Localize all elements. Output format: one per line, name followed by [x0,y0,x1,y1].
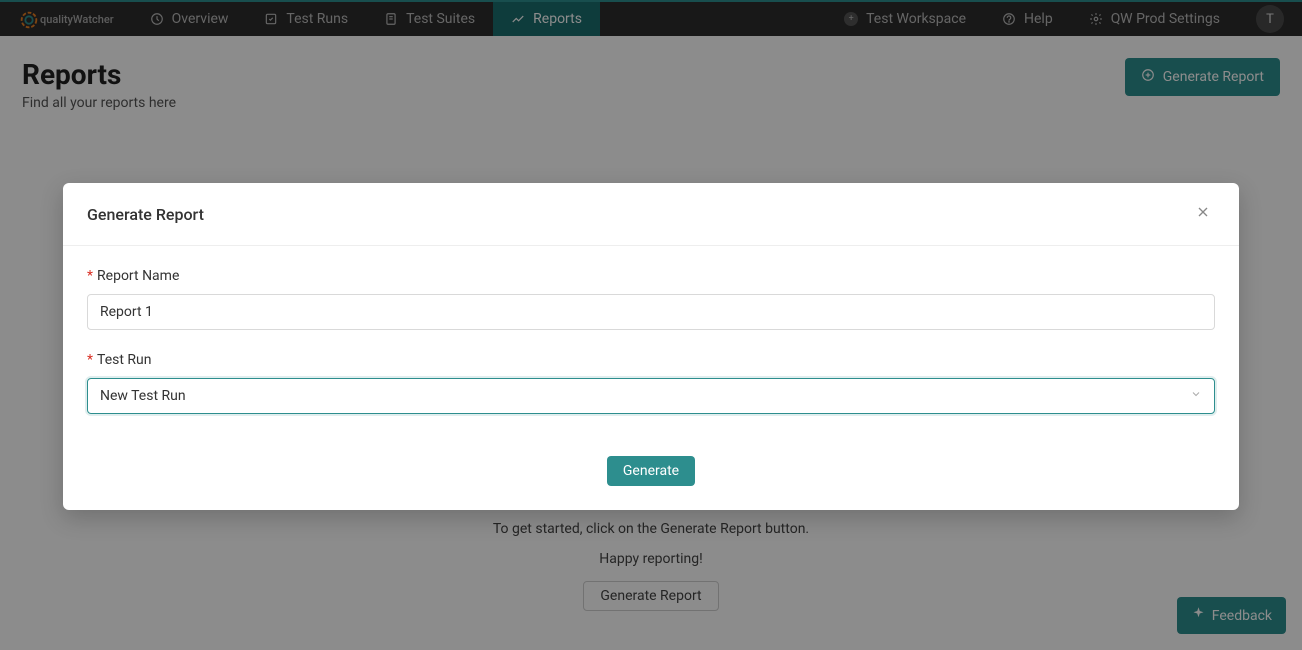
chevron-down-icon [1190,388,1202,404]
modal-footer: Generate [63,446,1239,510]
test-run-group: *Test Run New Test Run [87,352,1215,414]
close-button[interactable] [1191,200,1215,228]
label-text: Test Run [97,352,151,368]
test-run-label: *Test Run [87,352,1215,368]
report-name-group: *Report Name [87,268,1215,330]
modal-body: *Report Name *Test Run New Test Run [63,246,1239,446]
required-marker: * [87,352,93,368]
close-icon [1195,209,1211,224]
select-value: New Test Run [100,388,186,404]
label-text: Report Name [97,268,179,284]
report-name-label: *Report Name [87,268,1215,284]
report-name-input[interactable] [87,294,1215,330]
modal-title: Generate Report [87,205,204,224]
generate-report-modal: Generate Report *Report Name *Test Run N… [63,183,1239,510]
modal-header: Generate Report [63,183,1239,246]
generate-button[interactable]: Generate [607,456,695,486]
test-run-select[interactable]: New Test Run [87,378,1215,414]
required-marker: * [87,268,93,284]
modal-overlay[interactable]: Generate Report *Report Name *Test Run N… [0,0,1302,650]
